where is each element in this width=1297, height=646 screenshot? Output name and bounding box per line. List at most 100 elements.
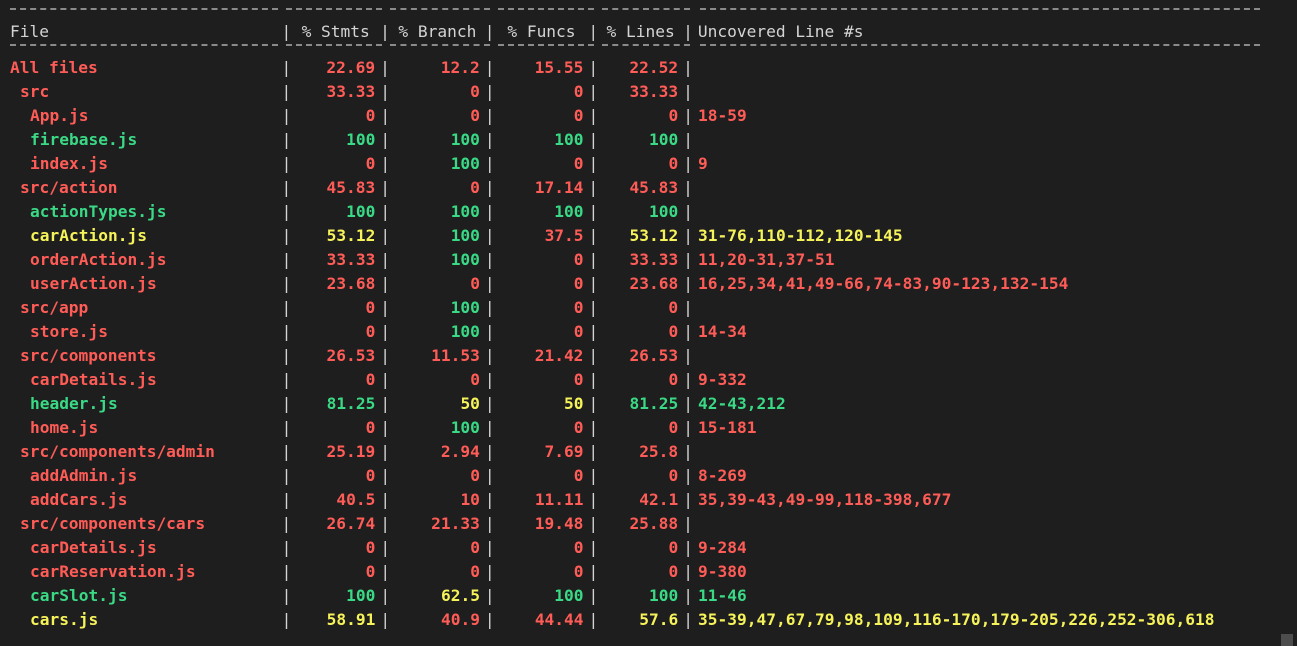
column-separator: | [484, 22, 495, 41]
uncovered-lines [698, 200, 1290, 224]
file-name: src [20, 82, 50, 101]
column-separator: | [683, 466, 693, 485]
lines-value: 25.8 [639, 442, 679, 461]
table-row: carSlot.js | 100 | 62.5 | 100 | 100 | 11-46 [10, 584, 1290, 608]
coverage-report: File | % Stmts | % Branch | % Funcs | % … [10, 8, 1290, 632]
table-row: src/action | 45.83 | 0 | 17.14 | 45.83 | [10, 176, 1290, 200]
column-separator: | [484, 490, 495, 509]
column-separator: | [281, 154, 292, 173]
column-separator: | [380, 394, 391, 413]
column-separator: | [484, 226, 495, 245]
header-funcs: % Funcs [507, 22, 576, 41]
stmts-value: 0 [365, 418, 376, 437]
uncovered-lines [698, 128, 1290, 152]
uncovered-lines: 18-59 [698, 106, 747, 125]
branch-value: 40.9 [440, 610, 480, 629]
branch-value: 21.33 [431, 514, 480, 533]
column-separator: | [484, 514, 495, 533]
uncovered-lines [698, 296, 1290, 320]
stmts-value: 0 [365, 466, 376, 485]
column-separator: | [380, 250, 391, 269]
lines-value: 33.33 [629, 82, 679, 101]
table-row: store.js | 0 | 100 | 0 | 0 | 14-34 [10, 320, 1290, 344]
column-separator: | [683, 370, 693, 389]
column-separator: | [683, 418, 693, 437]
file-name: src/components/admin [20, 442, 215, 461]
file-name: addAdmin.js [30, 466, 138, 485]
scrollbar-corner[interactable] [1281, 634, 1293, 646]
stmts-value: 40.5 [336, 490, 376, 509]
table-row: orderAction.js | 33.33 | 100 | 0 | 33.33 | 11,20-3… [10, 248, 1290, 272]
lines-value: 26.53 [629, 346, 679, 365]
column-separator: | [484, 442, 495, 461]
column-separator: | [484, 106, 495, 125]
file-name: index.js [30, 154, 108, 173]
column-separator: | [281, 418, 292, 437]
funcs-value: 0 [573, 538, 584, 557]
column-separator: | [588, 322, 599, 341]
column-separator: | [281, 610, 292, 629]
branch-value: 12.2 [440, 58, 480, 77]
column-separator: | [281, 538, 292, 557]
column-separator: | [484, 346, 495, 365]
column-separator: | [588, 346, 599, 365]
column-separator: | [588, 178, 599, 197]
funcs-value: 100 [554, 586, 584, 605]
lines-value: 100 [649, 202, 679, 221]
lines-value: 53.12 [629, 226, 679, 245]
stmts-value: 0 [365, 322, 376, 341]
column-separator: | [683, 490, 693, 509]
column-separator: | [281, 490, 292, 509]
column-separator: | [380, 418, 391, 437]
branch-value: 100 [450, 202, 480, 221]
funcs-value: 7.69 [544, 442, 584, 461]
table-row: addAdmin.js | 0 | 0 | 0 | 0 | 8-269 [10, 464, 1290, 488]
column-separator: | [281, 202, 292, 221]
uncovered-lines: 9 [698, 154, 708, 173]
stmts-value: 0 [365, 562, 376, 581]
stmts-value: 0 [365, 154, 376, 173]
file-name: carSlot.js [30, 586, 128, 605]
column-separator: | [380, 226, 391, 245]
lines-value: 0 [668, 538, 679, 557]
file-name: App.js [30, 106, 89, 125]
column-separator: | [683, 58, 693, 77]
table-row: home.js | 0 | 100 | 0 | 0 | 15-181 [10, 416, 1290, 440]
uncovered-lines [698, 80, 1290, 104]
stmts-value: 25.19 [326, 442, 376, 461]
file-name: cars.js [30, 610, 99, 629]
column-separator: | [281, 466, 292, 485]
column-separator: | [588, 106, 599, 125]
column-separator: | [281, 226, 292, 245]
branch-value: 0 [470, 538, 480, 557]
funcs-value: 19.48 [534, 514, 584, 533]
column-separator: | [281, 250, 292, 269]
branch-value: 100 [450, 130, 480, 149]
funcs-value: 0 [573, 322, 584, 341]
column-separator: | [683, 562, 693, 581]
stmts-value: 33.33 [326, 250, 376, 269]
column-separator: | [588, 82, 599, 101]
column-separator: | [484, 538, 495, 557]
branch-value: 62.5 [440, 586, 480, 605]
branch-value: 100 [450, 298, 480, 317]
uncovered-lines [698, 56, 1290, 80]
uncovered-lines: 9-380 [698, 562, 747, 581]
uncovered-lines: 35-39,47,67,79,98,109,116-170,179-205,22… [698, 610, 1215, 629]
column-separator: | [380, 562, 391, 581]
funcs-value: 21.42 [534, 346, 584, 365]
column-separator: | [380, 490, 391, 509]
table-row: src | 33.33 | 0 | 0 | 33.33 | [10, 80, 1290, 104]
table-row: header.js | 81.25 | 50 | 50 | 81.25 | 42-43,212 [10, 392, 1290, 416]
column-separator: | [683, 250, 693, 269]
column-separator: | [380, 610, 391, 629]
top-rule [10, 8, 1290, 20]
funcs-value: 0 [573, 250, 584, 269]
lines-value: 0 [668, 370, 679, 389]
lines-value: 23.68 [629, 274, 679, 293]
column-separator: | [588, 442, 599, 461]
uncovered-lines [698, 512, 1290, 536]
table-row: All files | 22.69 | 12.2 | 15.55 | 22.52 | [10, 56, 1290, 80]
column-separator: | [380, 22, 390, 41]
column-separator: | [281, 442, 292, 461]
